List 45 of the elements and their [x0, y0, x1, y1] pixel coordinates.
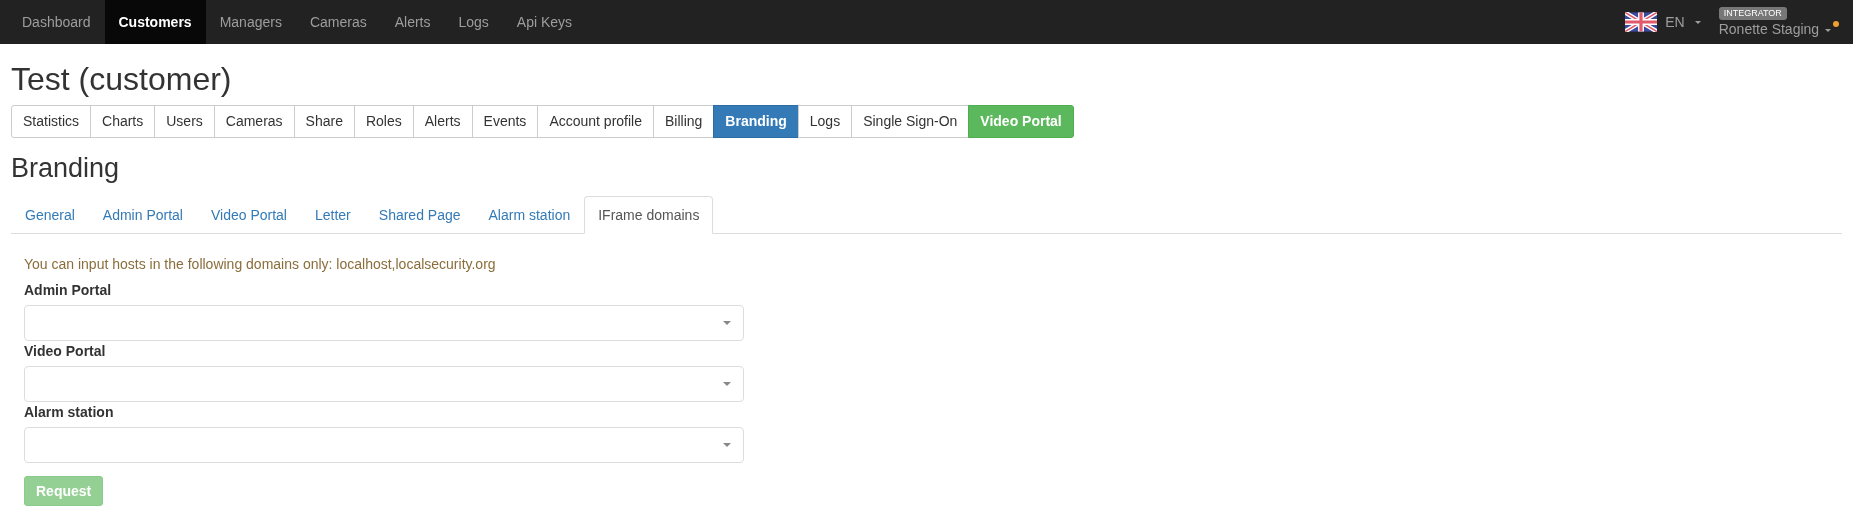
domain-select[interactable] — [24, 426, 744, 463]
nav-link[interactable]: Dashboard — [8, 0, 105, 44]
section-heading: Branding — [11, 154, 121, 184]
nav-link[interactable]: Api Keys — [502, 0, 587, 44]
dropdown-arrow-icon — [723, 381, 731, 386]
nav-link[interactable]: Customers — [104, 0, 206, 44]
section-tab[interactable]: Charts — [90, 105, 156, 138]
nav-link[interactable]: Managers — [205, 0, 296, 44]
section-tab[interactable]: Alerts — [412, 105, 473, 138]
nav-link[interactable]: Cameras — [295, 0, 381, 44]
role-badge: INTEGRATOR — [1718, 7, 1787, 20]
section-tab[interactable]: Cameras — [213, 105, 295, 138]
section-tab[interactable]: Events — [471, 105, 539, 138]
settings-subtab[interactable]: Letter — [301, 195, 365, 234]
dropdown-arrow-icon — [723, 320, 731, 325]
settings-subtab[interactable]: General — [11, 195, 89, 234]
caret-icon — [1694, 20, 1701, 24]
section-tab[interactable]: Users — [154, 105, 215, 138]
language-dropdown[interactable]: EN — [1625, 12, 1701, 32]
settings-subtab[interactable]: Alarm station — [474, 195, 585, 234]
settings-subtab[interactable]: Video Portal — [196, 195, 301, 234]
section-tab[interactable]: Share — [293, 105, 355, 138]
section-tab[interactable]: Billing — [653, 105, 715, 138]
settings-subtab[interactable]: IFrame domains — [584, 195, 714, 234]
domain-select[interactable] — [24, 304, 744, 341]
page-title: Test (customer) — [11, 62, 233, 98]
domains-note: You can input hosts in the following domains only: localhost,localsecurity.org — [24, 255, 497, 272]
settings-subtab[interactable]: Shared Page — [364, 195, 475, 234]
section-tab[interactable]: Statistics — [11, 105, 91, 138]
user-menu[interactable]: Ronette Staging — [1718, 21, 1831, 37]
settings-subtab[interactable]: Admin Portal — [88, 195, 197, 234]
field-label: Admin Portal — [24, 281, 113, 298]
language-label: EN — [1665, 14, 1685, 30]
section-tab[interactable]: Logs — [797, 105, 853, 138]
section-tab[interactable]: Roles — [353, 105, 414, 138]
field-label: Alarm station — [24, 403, 115, 420]
domain-select[interactable] — [24, 365, 744, 402]
section-tab[interactable]: Single Sign-On — [851, 105, 970, 138]
dropdown-arrow-icon — [723, 442, 731, 447]
nav-link[interactable]: Alerts — [380, 0, 445, 44]
flag-icon — [1625, 12, 1658, 32]
section-tab[interactable]: Branding — [713, 105, 799, 138]
field-label: Video Portal — [24, 342, 107, 359]
nav-link[interactable]: Logs — [444, 0, 503, 44]
section-tab[interactable]: Account profile — [537, 105, 654, 138]
